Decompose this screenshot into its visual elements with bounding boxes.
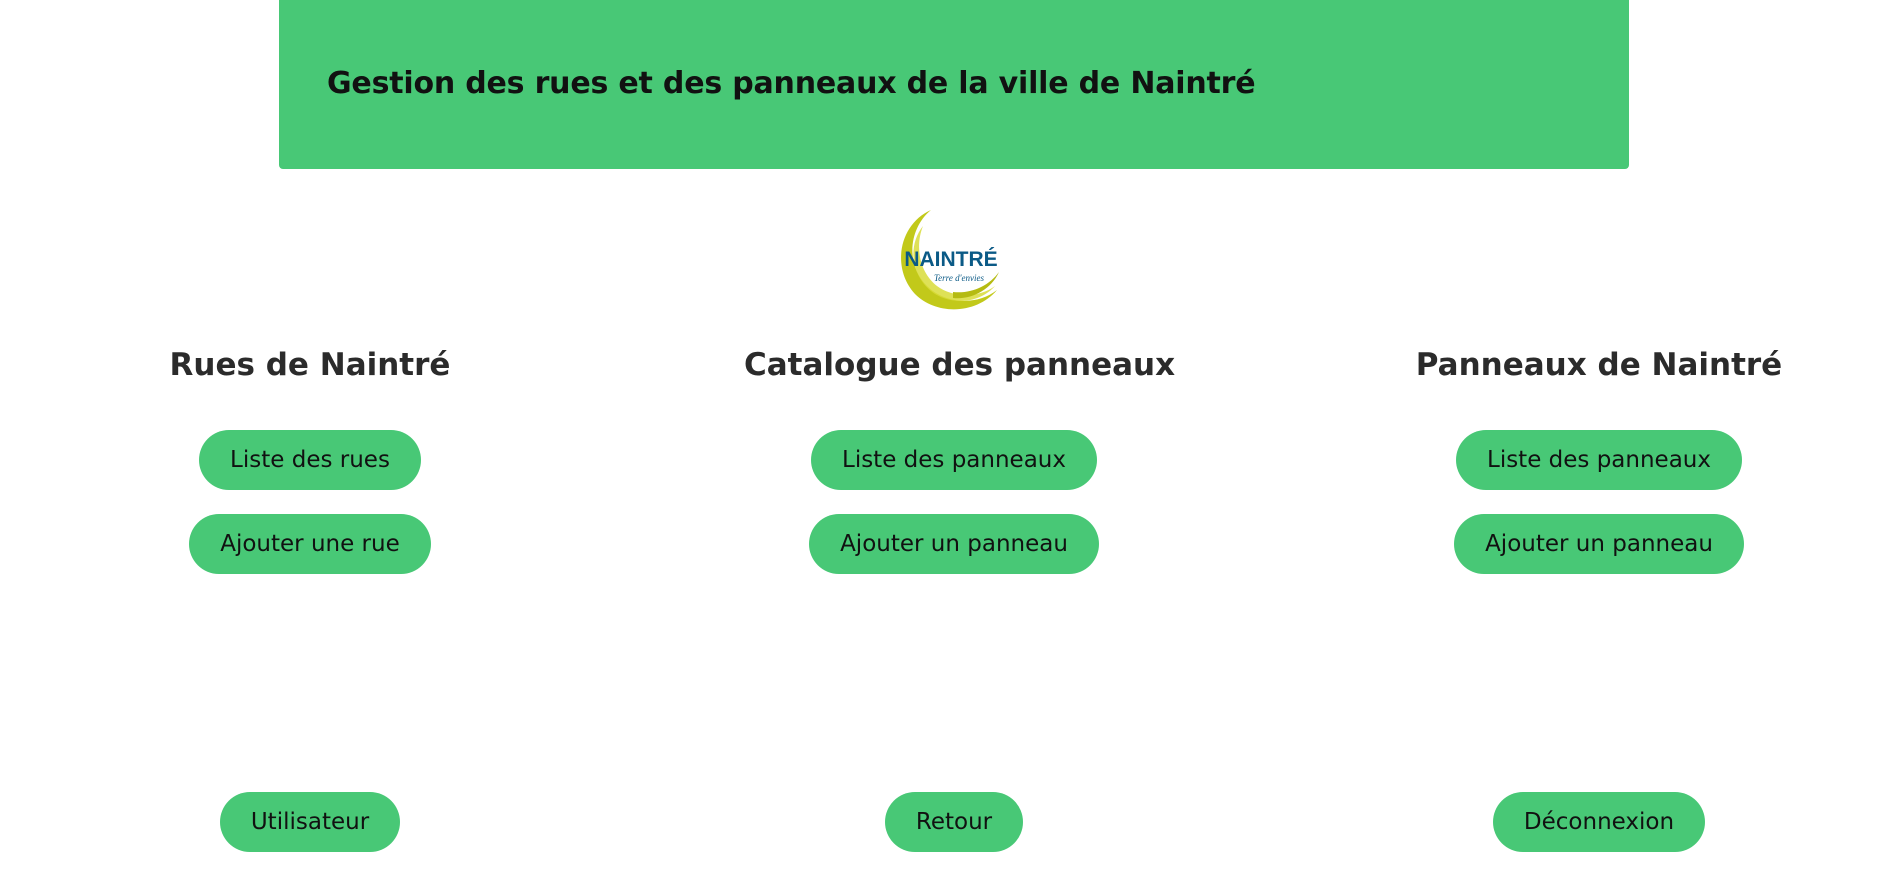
add-rue-button[interactable]: Ajouter une rue — [189, 514, 431, 574]
add-panneau-button[interactable]: Ajouter un panneau — [1454, 514, 1744, 574]
logout-button[interactable]: Déconnexion — [1492, 792, 1706, 852]
list-panneaux-button[interactable]: Liste des panneaux — [1456, 430, 1742, 490]
column-catalogue: Catalogue des panneaux Liste des panneau… — [744, 340, 1176, 574]
svg-text:NAINTRÉ: NAINTRÉ — [904, 248, 997, 271]
heading-catalogue: Catalogue des panneaux — [744, 347, 1176, 383]
header-banner: Gestion des rues et des panneaux de la v… — [279, 0, 1629, 169]
add-catalogue-button[interactable]: Ajouter un panneau — [809, 514, 1099, 574]
column-rues: Rues de Naintré Liste des rues Ajouter u… — [100, 340, 520, 574]
footer-middle: Retour — [744, 792, 1164, 852]
footer-right: Déconnexion — [1389, 792, 1809, 852]
heading-rues: Rues de Naintré — [169, 347, 451, 383]
svg-text:Terre d'envies: Terre d'envies — [934, 273, 984, 283]
list-rues-button[interactable]: Liste des rues — [199, 430, 421, 490]
page-title: Gestion des rues et des panneaux de la v… — [327, 66, 1256, 101]
column-panneaux: Panneaux de Naintré Liste des panneaux A… — [1389, 340, 1809, 574]
footer-left: Utilisateur — [100, 792, 520, 852]
page: Gestion des rues et des panneaux de la v… — [0, 0, 1890, 892]
back-button[interactable]: Retour — [884, 792, 1024, 852]
user-button[interactable]: Utilisateur — [219, 792, 401, 852]
naintre-logo: NAINTRÉ Terre d'envies — [893, 206, 1005, 314]
list-catalogue-button[interactable]: Liste des panneaux — [811, 430, 1097, 490]
heading-panneaux: Panneaux de Naintré — [1415, 347, 1783, 383]
